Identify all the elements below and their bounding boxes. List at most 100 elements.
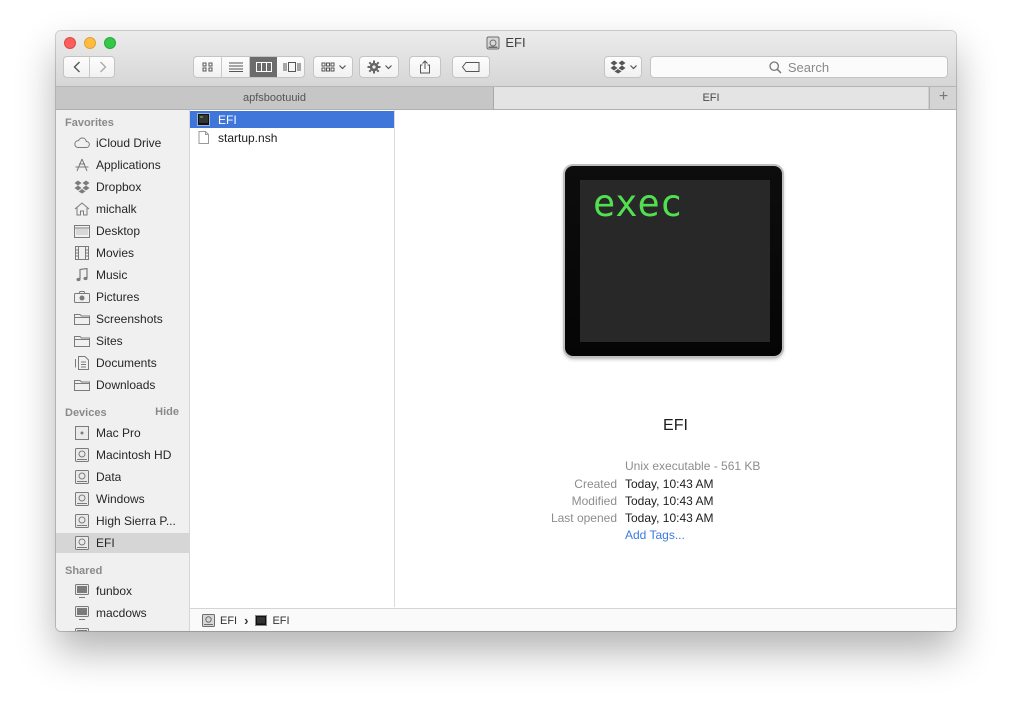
file-row-efi[interactable]: EFI — [190, 111, 394, 128]
disk-icon — [74, 514, 90, 528]
created-label: Created — [574, 477, 617, 491]
arrange-button[interactable] — [313, 56, 353, 78]
sidebar-item-downloads[interactable]: Downloads — [56, 375, 189, 395]
finder-window: EFI Search apfsbootuuid EFI + Favorites … — [56, 31, 956, 631]
sidebar-item-pictures[interactable]: Pictures — [56, 287, 189, 307]
sidebar-item-applications[interactable]: Applications — [56, 155, 189, 175]
column-view-icon — [255, 62, 272, 72]
shared-header: Shared — [65, 565, 103, 577]
sidebar-item-funbox[interactable]: funbox — [56, 581, 189, 601]
sidebar-item-michalk[interactable]: michalk — [56, 199, 189, 219]
last-opened-label: Last opened — [550, 511, 617, 525]
home-icon — [74, 202, 90, 216]
cover-flow-button[interactable] — [278, 57, 305, 77]
devices-hide-button[interactable]: Hide — [155, 406, 179, 418]
preview-pane: exec EFI Unix executable - 561 KB Create… — [395, 110, 956, 607]
sidebar-item-high-sierra[interactable]: High Sierra P... — [56, 511, 189, 531]
arrange-icon — [321, 62, 334, 72]
cover-flow-icon — [283, 62, 300, 72]
gear-icon — [367, 60, 380, 74]
icon-view-button[interactable] — [194, 57, 222, 77]
sidebar-item-label: High Sierra P... — [96, 514, 176, 528]
tab-efi[interactable]: EFI — [494, 87, 928, 109]
sidebar-item-label: michalk — [96, 202, 137, 216]
column-view-button[interactable] — [250, 57, 277, 77]
tags-button[interactable] — [452, 56, 490, 78]
sidebar-item-label: EFI — [96, 536, 115, 550]
dropbox-menu-button[interactable] — [604, 56, 642, 78]
disk-icon — [74, 448, 90, 462]
share-button[interactable] — [409, 56, 441, 78]
sidebar-item-label: Music — [96, 268, 128, 282]
disk-icon — [202, 614, 215, 627]
sidebar-item-label: Sites — [96, 334, 123, 348]
exec-icon-text: exec — [593, 182, 683, 225]
sidebar-item-movies[interactable]: Movies — [56, 243, 189, 263]
sidebar-item-windows[interactable]: Windows — [56, 489, 189, 509]
sidebar-item-shared-partial[interactable] — [56, 625, 189, 631]
forward-button[interactable] — [90, 57, 115, 77]
monitor-icon — [74, 606, 90, 620]
sidebar-item-data[interactable]: Data — [56, 467, 189, 487]
sidebar-item-mac-pro[interactable]: Mac Pro — [56, 423, 189, 443]
sidebar-item-documents[interactable]: Documents — [56, 353, 189, 373]
sidebar-item-label: Macintosh HD — [96, 448, 172, 462]
back-forward-group — [63, 56, 115, 78]
file-name: startup.nsh — [218, 130, 278, 145]
back-button[interactable] — [64, 57, 90, 77]
list-view-button[interactable] — [222, 57, 250, 77]
movies-icon — [74, 246, 90, 260]
search-placeholder: Search — [787, 59, 830, 75]
tab-bar: apfsbootuuid EFI + — [56, 87, 956, 110]
desktop-icon — [74, 224, 90, 238]
cloud-icon — [74, 136, 90, 150]
sidebar-item-macintosh-hd[interactable]: Macintosh HD — [56, 445, 189, 465]
search-field[interactable]: Search — [650, 56, 948, 78]
sidebar-item-efi[interactable]: EFI — [56, 533, 189, 553]
share-icon — [420, 60, 430, 74]
folder-icon — [74, 378, 90, 392]
sidebar-item-label: Pictures — [96, 290, 140, 304]
exec-file-icon: exec — [565, 166, 782, 356]
file-column: EFI startup.nsh — [190, 110, 395, 607]
dropbox-icon — [610, 60, 625, 74]
monitor-icon — [74, 628, 90, 631]
computer-icon — [74, 426, 90, 440]
sidebar-item-label: macdows — [96, 606, 147, 620]
sidebar-item-label: Windows — [96, 492, 145, 506]
new-tab-button[interactable]: + — [929, 87, 956, 109]
chevron-down-icon — [384, 64, 392, 69]
sidebar-item-label: Documents — [96, 356, 157, 370]
modified-label: Modified — [571, 494, 617, 508]
sidebar-item-desktop[interactable]: Desktop — [56, 221, 189, 241]
sidebar-item-macdows[interactable]: macdows — [56, 603, 189, 623]
chevron-left-icon — [73, 61, 80, 73]
path-segment-efi-volume[interactable]: EFI — [202, 614, 237, 627]
sidebar-item-label: Dropbox — [96, 180, 142, 194]
sidebar-item-label: Applications — [96, 158, 161, 172]
applications-icon — [74, 158, 90, 172]
tag-icon — [462, 62, 480, 72]
sidebar-item-label: Mac Pro — [96, 426, 141, 440]
path-bar: EFI › EFI — [190, 608, 956, 631]
icon-view-icon — [202, 62, 212, 72]
disk-icon — [74, 536, 90, 550]
tab-apfsbootuuid[interactable]: apfsbootuuid — [56, 87, 494, 109]
devices-header: Devices — [65, 407, 107, 419]
sidebar-item-label: iCloud Drive — [96, 136, 162, 150]
sidebar: Favorites iCloud Drive Applications Drop… — [56, 110, 190, 631]
search-icon — [769, 60, 782, 74]
add-tags-link[interactable]: Add Tags... — [625, 528, 685, 542]
sidebar-item-screenshots[interactable]: Screenshots — [56, 309, 189, 329]
sidebar-item-label: Desktop — [96, 224, 141, 238]
action-button[interactable] — [359, 56, 399, 78]
path-segment-efi-file[interactable]: EFI — [255, 615, 290, 627]
sidebar-item-icloud-drive[interactable]: iCloud Drive — [56, 133, 189, 153]
sidebar-item-music[interactable]: Music — [56, 265, 189, 285]
monitor-icon — [74, 584, 90, 598]
sidebar-item-sites[interactable]: Sites — [56, 331, 189, 351]
file-row-startup-nsh[interactable]: startup.nsh — [190, 129, 394, 146]
sidebar-item-dropbox[interactable]: Dropbox — [56, 177, 189, 197]
meta-modified-row: Modified Today, 10:43 AM — [395, 494, 956, 511]
folder-icon — [74, 334, 90, 348]
